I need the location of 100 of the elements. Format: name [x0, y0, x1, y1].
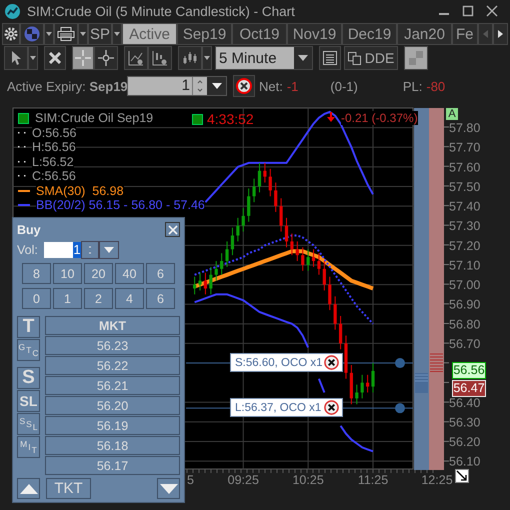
candle: [360, 374, 364, 399]
cancel-icon[interactable]: [324, 355, 339, 370]
volume-marks-icon: [430, 353, 443, 372]
ohlc-value: C:56.56: [32, 169, 76, 184]
crosshair-target-button[interactable]: [94, 46, 118, 70]
expiry-tab[interactable]: Fe: [452, 23, 478, 45]
price-button[interactable]: 56.19: [45, 416, 180, 435]
quick-size-button[interactable]: 6: [146, 288, 175, 309]
net-value: -1: [286, 78, 298, 94]
quick-size-button[interactable]: 40: [115, 263, 144, 284]
order-tag[interactable]: L:56.37, OCO x1: [230, 398, 343, 418]
dots-icon: [18, 146, 26, 148]
dots-icon: [18, 132, 26, 134]
symbol-button[interactable]: SP: [88, 23, 112, 45]
price-button[interactable]: 56.21: [45, 376, 180, 395]
order-type-button[interactable]: MIT: [17, 436, 40, 458]
price-button[interactable]: 56.17: [45, 456, 180, 475]
expiry-tab[interactable]: Oct19: [232, 23, 287, 45]
market-button[interactable]: MKT: [45, 316, 180, 335]
order-line[interactable]: [342, 362, 414, 364]
order-handle[interactable]: [395, 403, 405, 414]
candle: [306, 248, 310, 272]
quick-size-button[interactable]: 20: [84, 263, 113, 284]
price-button[interactable]: 56.18: [45, 436, 180, 455]
candle: [252, 178, 256, 203]
interval-dropdown[interactable]: 5 Minute: [215, 46, 313, 70]
cancel-icon[interactable]: [324, 400, 339, 416]
dropdown-button[interactable]: [28, 46, 38, 70]
sma-swatch-icon: [18, 190, 30, 192]
price-button[interactable]: 56.20: [45, 396, 180, 415]
crosshair-icon: [75, 50, 91, 66]
price-button[interactable]: 56.23: [45, 336, 180, 355]
maximize-icon[interactable]: [462, 5, 474, 17]
dropdown-button[interactable]: [44, 23, 54, 45]
quick-size-button[interactable]: 1: [53, 288, 82, 309]
quick-size-button[interactable]: 6: [146, 263, 175, 284]
dropdown-button[interactable]: [202, 46, 212, 70]
delete-button[interactable]: [44, 46, 66, 70]
ohlc-value: L:56.52: [32, 154, 74, 169]
expiry-tab[interactable]: Sep19: [177, 23, 232, 45]
right-arrow-icon: [498, 30, 503, 38]
layout-button[interactable]: [404, 46, 428, 70]
caret-icon: [30, 56, 36, 60]
indicator-button[interactable]: [148, 46, 172, 70]
pointer-button[interactable]: [4, 46, 28, 70]
candle: [334, 296, 337, 330]
down-arrow-icon: [327, 112, 335, 122]
quick-size-button[interactable]: 8: [22, 263, 51, 284]
volume-field[interactable]: 1: [44, 242, 81, 258]
close-icon: [168, 224, 178, 234]
close-button[interactable]: [165, 222, 180, 237]
cancel-all-button[interactable]: [233, 75, 255, 97]
volume-dropdown[interactable]: [99, 241, 119, 259]
candle: [209, 266, 212, 295]
price-button[interactable]: 56.22: [45, 356, 180, 375]
dde-button[interactable]: DDE: [344, 46, 398, 70]
dropdown-button[interactable]: [78, 23, 88, 45]
price-axis-label: 56.40: [449, 396, 480, 410]
time-axis-label: 09:25: [228, 473, 259, 487]
scroll-down-button[interactable]: [157, 478, 180, 499]
order-type-button[interactable]: SSL: [17, 413, 40, 435]
autoscale-button[interactable]: A: [446, 108, 458, 120]
expiry-tab[interactable]: Nov19: [287, 23, 342, 45]
scroll-up-button[interactable]: [17, 478, 40, 499]
price-axis-label: 57.60: [449, 160, 480, 174]
expiry-tab[interactable]: Active: [122, 23, 177, 45]
quick-size-button[interactable]: 0: [22, 288, 51, 309]
quick-size-button[interactable]: 2: [84, 288, 113, 309]
order-type-button[interactable]: GTC: [17, 339, 40, 361]
candle: [296, 240, 299, 262]
order-type-button[interactable]: SL: [17, 390, 40, 412]
quantity-spinner[interactable]: 1: [127, 76, 227, 96]
settings-button[interactable]: [2, 23, 20, 45]
expiry-tab[interactable]: Jan20: [397, 23, 452, 45]
bid-price-tag: 56.56: [452, 362, 486, 379]
quick-size-button[interactable]: 4: [115, 288, 144, 309]
ticket-button[interactable]: TKT: [46, 478, 91, 499]
order-type-button[interactable]: S: [17, 367, 40, 389]
order-type-button[interactable]: T: [17, 316, 40, 338]
price-axis-label: 57.10: [449, 258, 480, 272]
print-button[interactable]: [54, 23, 78, 45]
price-axis-label: 57.30: [449, 219, 480, 234]
candle: [280, 198, 283, 232]
quick-size-button[interactable]: 10: [53, 263, 82, 284]
resize-corner-icon[interactable]: [455, 469, 469, 483]
data-table-button[interactable]: [319, 46, 341, 70]
caret-icon: [298, 55, 308, 61]
order-handle[interactable]: [395, 358, 405, 368]
close-icon[interactable]: [486, 5, 498, 17]
order-tag[interactable]: S:56.60, OCO x1: [230, 353, 343, 372]
crosshair-button[interactable]: [72, 46, 94, 70]
study-button[interactable]: [124, 46, 148, 70]
position-text: (0-1): [330, 78, 358, 94]
scroll-right-button[interactable]: [493, 23, 508, 45]
cancel-icon: [236, 78, 252, 94]
dropdown-button[interactable]: [112, 23, 122, 45]
chart-type-button[interactable]: [178, 46, 202, 70]
expiry-tab[interactable]: Dec19: [342, 23, 397, 45]
candle: [338, 315, 342, 350]
status-square-icon: [18, 112, 29, 124]
